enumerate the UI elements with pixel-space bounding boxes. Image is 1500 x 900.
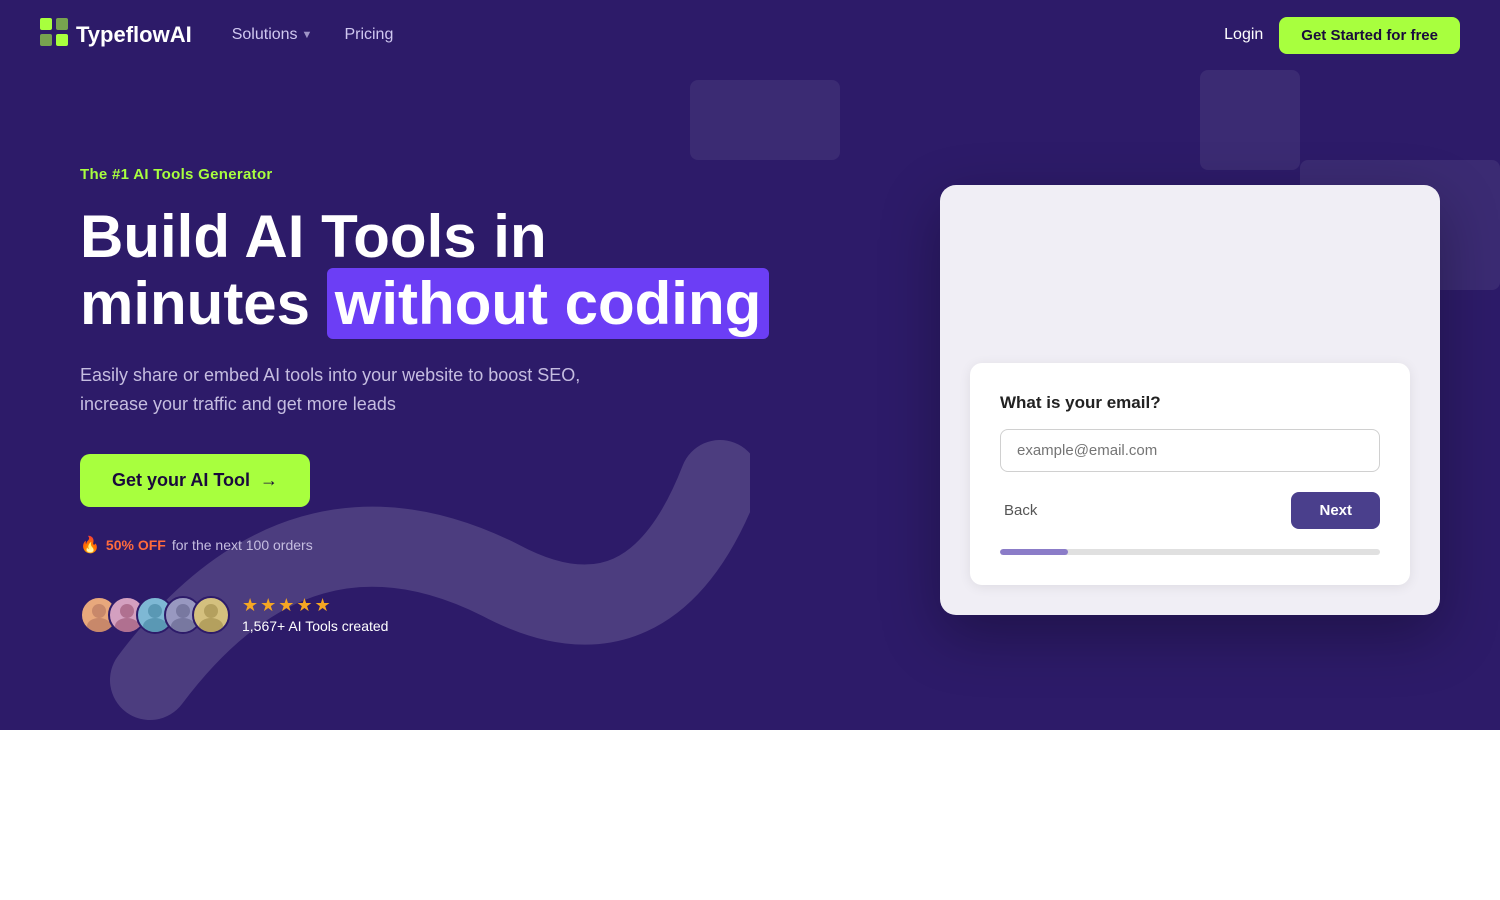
- avatar-group: [80, 596, 230, 634]
- login-button[interactable]: Login: [1224, 26, 1263, 44]
- hero-right: What is your email? Back Next: [869, 185, 1440, 615]
- logo[interactable]: TypeflowAI: [40, 18, 192, 52]
- avatar: [192, 596, 230, 634]
- title-highlight: without coding: [327, 268, 770, 339]
- offer-text: for the next 100 orders: [172, 537, 313, 553]
- title-prefix: minutes: [80, 270, 327, 337]
- offer-row: 🔥 50% OFF for the next 100 orders: [80, 535, 828, 555]
- card-actions: Back Next: [1000, 492, 1380, 529]
- logo-text: TypeflowAI: [76, 22, 192, 48]
- demo-card: What is your email? Back Next: [940, 185, 1440, 615]
- form-card: What is your email? Back Next: [970, 363, 1410, 585]
- fire-icon: 🔥: [80, 535, 100, 555]
- next-button[interactable]: Next: [1291, 492, 1380, 529]
- bottom-section: [0, 730, 1500, 900]
- progress-bar: [1000, 549, 1380, 555]
- nav-right: Login Get Started for free: [1224, 17, 1460, 54]
- offer-badge: 50% OFF: [106, 537, 166, 553]
- cta-label: Get your AI Tool: [112, 470, 250, 491]
- progress-fill: [1000, 549, 1068, 555]
- nav-pricing[interactable]: Pricing: [344, 26, 393, 44]
- social-proof: ★★★★★ 1,567+ AI Tools created: [80, 595, 828, 634]
- hero-description: Easily share or embed AI tools into your…: [80, 361, 600, 419]
- hero-tagline: The #1 AI Tools Generator: [80, 166, 828, 183]
- nav-links: Solutions ▼ Pricing: [232, 26, 394, 44]
- star-rating: ★★★★★: [242, 595, 388, 616]
- hero-section: The #1 AI Tools Generator Build AI Tools…: [0, 0, 1500, 730]
- cta-arrow-icon: →: [260, 470, 278, 491]
- logo-icon: [40, 18, 68, 52]
- cta-button[interactable]: Get your AI Tool →: [80, 454, 310, 507]
- solutions-dropdown-arrow: ▼: [302, 29, 313, 41]
- proof-text: ★★★★★ 1,567+ AI Tools created: [242, 595, 388, 634]
- tools-count: 1,567+ AI Tools created: [242, 618, 388, 634]
- email-input[interactable]: [1000, 429, 1380, 472]
- navbar: TypeflowAI Solutions ▼ Pricing Login Get…: [0, 0, 1500, 70]
- nav-left: TypeflowAI Solutions ▼ Pricing: [40, 18, 393, 52]
- card-question: What is your email?: [1000, 393, 1380, 413]
- get-started-button[interactable]: Get Started for free: [1279, 17, 1460, 54]
- title-line1: Build AI Tools in: [80, 203, 547, 270]
- hero-title: Build AI Tools in minutes without coding: [80, 203, 828, 337]
- nav-solutions[interactable]: Solutions ▼: [232, 26, 313, 44]
- hero-left: The #1 AI Tools Generator Build AI Tools…: [80, 166, 828, 635]
- back-button[interactable]: Back: [1000, 492, 1041, 529]
- hero-content: The #1 AI Tools Generator Build AI Tools…: [0, 106, 1500, 695]
